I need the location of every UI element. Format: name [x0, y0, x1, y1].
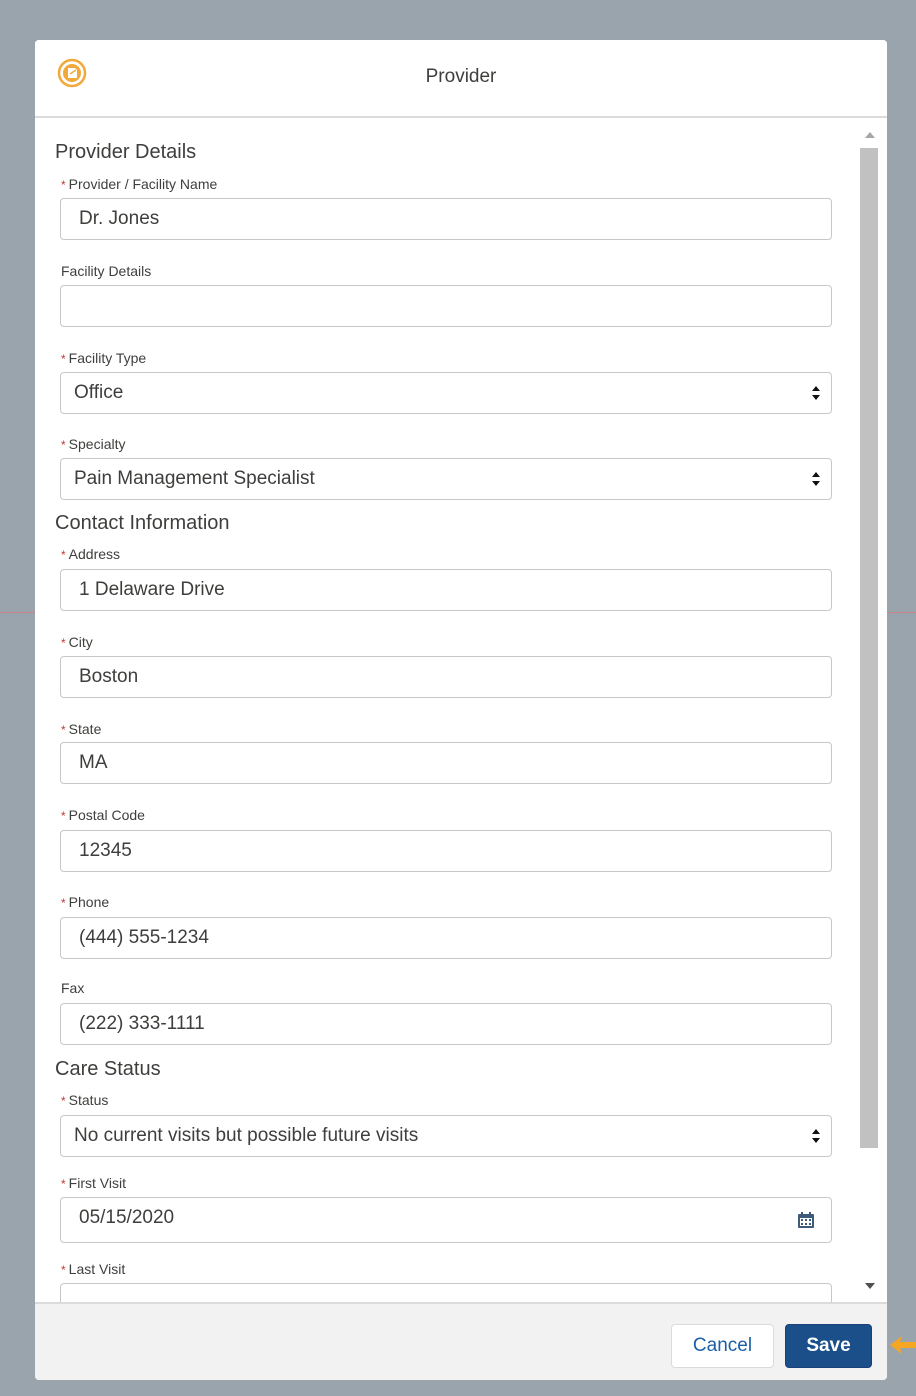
- required-marker: *: [61, 548, 66, 562]
- scrollbar[interactable]: [857, 118, 887, 1303]
- modal-body[interactable]: Provider Details * Provider / Facility Na…: [35, 118, 887, 1303]
- required-marker: *: [61, 636, 66, 650]
- required-marker: *: [61, 438, 66, 452]
- sort-arrows-icon: [812, 386, 820, 400]
- postal-code-label-text: Postal Code: [68, 807, 145, 823]
- status-label-text: Status: [68, 1092, 109, 1108]
- save-button[interactable]: Save: [785, 1324, 872, 1368]
- provider-name-label-text: Provider / Facility Name: [68, 176, 218, 192]
- fax-label: Fax: [61, 980, 85, 996]
- last-visit-label-text: Last Visit: [68, 1261, 126, 1277]
- required-marker: *: [61, 352, 66, 366]
- last-visit-date-input[interactable]: [60, 1283, 832, 1303]
- state-input[interactable]: MA: [60, 742, 832, 784]
- required-marker: *: [61, 896, 66, 910]
- facility-details-label: Facility Details: [61, 263, 152, 279]
- required-marker: *: [61, 1177, 66, 1191]
- facility-type-value: Office: [74, 382, 124, 403]
- modal-title: Provider: [425, 66, 497, 87]
- phone-input[interactable]: (444) 555-1234: [60, 917, 832, 959]
- section-title-care-status: Care Status: [55, 1058, 161, 1080]
- status-select[interactable]: No current visits but possible future vi…: [60, 1115, 832, 1157]
- cancel-button[interactable]: Cancel: [671, 1324, 774, 1368]
- backdrop-divider: [0, 612, 35, 613]
- scroll-down-arrow-icon[interactable]: [865, 1283, 875, 1289]
- facility-type-select[interactable]: Office: [60, 372, 832, 414]
- scroll-up-arrow-icon[interactable]: [865, 132, 875, 138]
- specialty-label: * Specialty: [61, 436, 125, 452]
- required-marker: *: [61, 809, 66, 823]
- provider-modal: Provider Provider Details * Provider / Fa…: [35, 40, 887, 1380]
- modal-footer: Cancel Save: [35, 1302, 887, 1380]
- specialty-select[interactable]: Pain Management Specialist: [60, 458, 832, 500]
- required-marker: *: [61, 178, 66, 192]
- sort-arrows-icon: [812, 1129, 820, 1143]
- calendar-icon[interactable]: [797, 1211, 815, 1229]
- status-value: No current visits but possible future vi…: [74, 1125, 419, 1146]
- phone-label-text: Phone: [68, 894, 110, 910]
- state-label: * State: [61, 721, 101, 737]
- required-marker: *: [61, 723, 66, 737]
- section-title-provider-details: Provider Details: [55, 141, 197, 163]
- specialty-label-text: Specialty: [68, 436, 126, 452]
- first-visit-label: * First Visit: [61, 1175, 126, 1191]
- provider-name-label: * Provider / Facility Name: [61, 176, 217, 192]
- city-label: * City: [61, 634, 93, 650]
- required-marker: *: [61, 1094, 66, 1108]
- facility-details-input[interactable]: [60, 285, 832, 327]
- sort-arrows-icon: [812, 472, 820, 486]
- first-visit-date-input[interactable]: 05/15/2020: [60, 1197, 832, 1243]
- specialty-value: Pain Management Specialist: [74, 468, 315, 489]
- required-marker: *: [61, 1263, 66, 1277]
- arrow-pointer-icon: [890, 1336, 916, 1354]
- first-visit-value: 05/15/2020: [79, 1207, 175, 1228]
- facility-type-label-text: Facility Type: [68, 350, 147, 366]
- address-label-text: Address: [68, 546, 121, 562]
- last-visit-label: * Last Visit: [61, 1261, 125, 1277]
- backdrop-divider: [887, 612, 916, 613]
- first-visit-label-text: First Visit: [68, 1175, 126, 1191]
- state-label-text: State: [68, 721, 102, 737]
- phone-label: * Phone: [61, 894, 109, 910]
- postal-code-label: * Postal Code: [61, 807, 145, 823]
- city-input[interactable]: Boston: [60, 656, 832, 698]
- section-title-contact-information: Contact Information: [55, 512, 230, 534]
- status-label: * Status: [61, 1092, 108, 1108]
- postal-code-input[interactable]: 12345: [60, 830, 832, 872]
- scrollbar-thumb[interactable]: [860, 148, 878, 1148]
- address-label: * Address: [61, 546, 120, 562]
- city-label-text: City: [68, 634, 93, 650]
- address-input[interactable]: 1 Delaware Drive: [60, 569, 832, 611]
- provider-name-input[interactable]: Dr. Jones: [60, 198, 832, 240]
- modal-header: Provider: [35, 40, 887, 118]
- fax-input[interactable]: (222) 333-1111: [60, 1003, 832, 1045]
- facility-type-label: * Facility Type: [61, 350, 146, 366]
